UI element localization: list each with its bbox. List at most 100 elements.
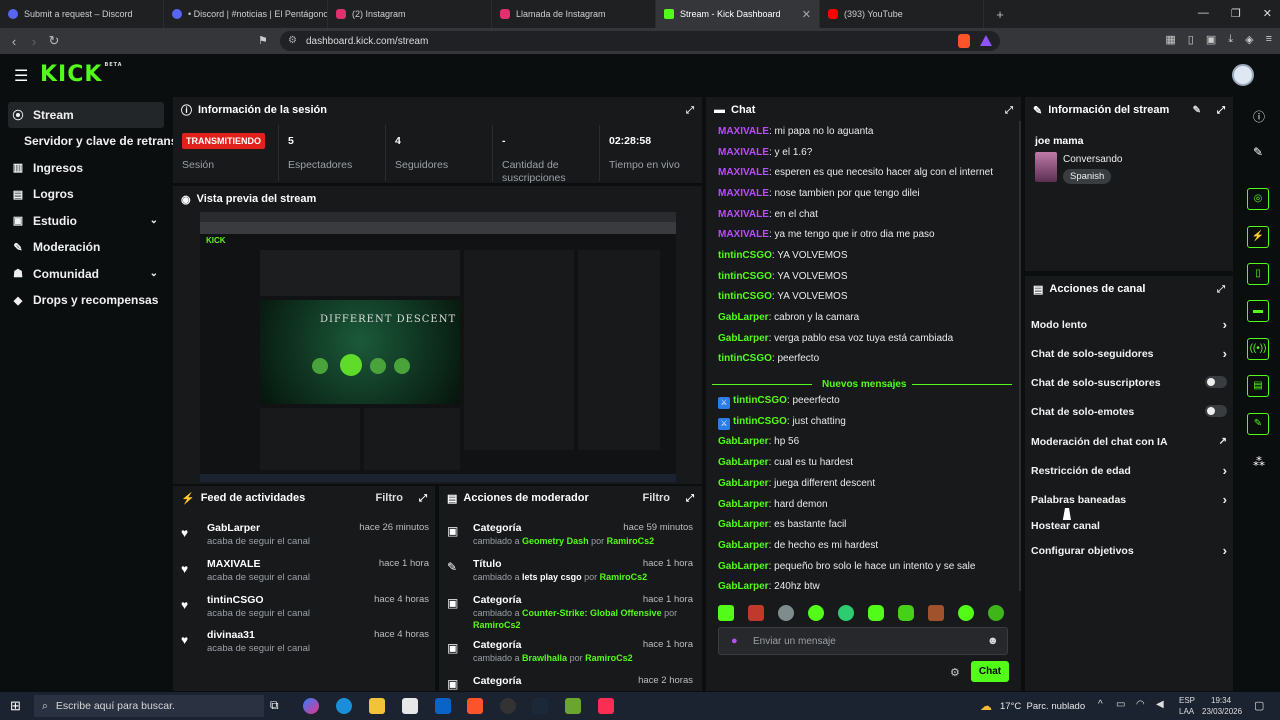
emote-icon[interactable] xyxy=(778,605,794,621)
url-field[interactable]: ⚙ dashboard.kick.com/stream xyxy=(280,31,1000,51)
network-icon[interactable]: ▭ xyxy=(1116,699,1125,710)
subscribers-only-toggle[interactable] xyxy=(1205,376,1227,388)
obs-icon[interactable] xyxy=(500,698,516,714)
chat-username[interactable]: MAXIVALE xyxy=(718,147,769,158)
edit-icon[interactable]: ✎ xyxy=(1193,105,1201,116)
chat-username[interactable]: MAXIVALE xyxy=(718,167,769,178)
rail-button-broadcast-icon[interactable]: ((•)) xyxy=(1247,338,1269,360)
expand-icon[interactable]: ⤢ xyxy=(1217,284,1225,295)
volume-icon[interactable]: ◀ xyxy=(1156,699,1164,710)
chat-username[interactable]: tintinCSGO xyxy=(718,353,772,364)
chat-username[interactable]: MAXIVALE xyxy=(718,229,769,240)
activity-user[interactable]: divinaa31 xyxy=(207,629,255,641)
edge-icon[interactable] xyxy=(336,698,352,714)
action-emotes-only[interactable]: Chat de solo-emotes xyxy=(1031,405,1227,418)
action-age-restriction[interactable]: Restricción de edad › xyxy=(1031,463,1227,478)
rail-button-target-icon[interactable]: ◎ xyxy=(1247,188,1269,210)
store-icon[interactable] xyxy=(402,698,418,714)
mail-icon[interactable] xyxy=(435,698,451,714)
extensions-icon[interactable]: ▦ xyxy=(1165,33,1175,46)
emote-icon[interactable] xyxy=(988,605,1004,621)
action-subscribers-only[interactable]: Chat de solo-suscriptores xyxy=(1031,376,1227,389)
browser-tab[interactable]: • Discord | #noticias | El Pentágono xyxy=(164,0,328,28)
wifi-icon[interactable]: ◠ xyxy=(1136,699,1145,710)
chat-input[interactable]: ● Enviar un mensaje ☻ xyxy=(718,627,1008,655)
action-banned-words[interactable]: Palabras baneadas › xyxy=(1031,492,1227,507)
menu-icon[interactable]: ≡ xyxy=(1266,33,1272,46)
reload-icon[interactable]: ↻ xyxy=(44,33,64,49)
action-host-channel[interactable]: Hostear canal xyxy=(1031,520,1227,532)
chat-username[interactable]: MAXIVALE xyxy=(718,126,769,137)
chat-username[interactable]: MAXIVALE xyxy=(718,188,769,199)
emotes-only-toggle[interactable] xyxy=(1205,405,1227,417)
stream-preview-video[interactable]: KICK DIFFERENT DESCENT xyxy=(200,212,676,482)
activity-user[interactable]: GabLarper xyxy=(207,522,260,534)
task-view-icon[interactable]: ⧉ xyxy=(270,698,286,714)
music-icon[interactable] xyxy=(598,698,614,714)
language-indicator[interactable]: ESP xyxy=(1179,696,1195,705)
expand-icon[interactable]: ⤢ xyxy=(1217,105,1225,116)
minimize-icon[interactable]: — xyxy=(1198,7,1209,20)
rail-button-wrench-icon[interactable]: ✎ xyxy=(1247,413,1269,435)
brave-rewards-icon[interactable] xyxy=(980,35,992,46)
chat-username[interactable]: MAXIVALE xyxy=(718,209,769,220)
back-icon[interactable]: ‹ xyxy=(4,34,24,49)
expand-icon[interactable]: ⤢ xyxy=(686,105,694,116)
gear-icon[interactable]: ⚙ xyxy=(950,666,960,679)
steam-icon[interactable] xyxy=(532,698,548,714)
microphone-icon[interactable]: ● xyxy=(731,635,738,647)
action-set-goals[interactable]: Configurar objetivos › xyxy=(1031,543,1227,558)
chat-username[interactable]: GabLarper xyxy=(718,457,769,468)
share-icon[interactable]: ⁂ xyxy=(1253,455,1265,469)
expand-icon[interactable]: ⤢ xyxy=(1005,105,1013,116)
chat-username[interactable]: tintinCSGO xyxy=(733,395,787,406)
minecraft-icon[interactable] xyxy=(565,698,581,714)
browser-tab[interactable]: Llamada de Instagram xyxy=(492,0,656,28)
rail-button-bolt-icon[interactable]: ⚡ xyxy=(1247,226,1269,248)
expand-icon[interactable]: ⤢ xyxy=(419,493,427,504)
new-tab-icon[interactable]: + xyxy=(990,7,1010,22)
emote-icon[interactable] xyxy=(928,605,944,621)
chat-username[interactable]: tintinCSGO xyxy=(718,291,772,302)
sidebar-icon[interactable]: ▯ xyxy=(1188,33,1194,46)
copilot-icon[interactable] xyxy=(303,698,319,714)
rail-button-list-icon[interactable]: ▤ xyxy=(1247,375,1269,397)
emoji-icon[interactable]: ☻ xyxy=(987,635,999,647)
hamburger-menu-icon[interactable]: ☰ xyxy=(14,66,28,86)
sidebar-item-moderacion[interactable]: ✎ Moderación xyxy=(0,234,172,261)
emote-icon[interactable] xyxy=(868,605,884,621)
send-chat-button[interactable]: Chat xyxy=(971,661,1009,682)
activity-user[interactable]: tintinCSGO xyxy=(207,594,264,606)
close-icon[interactable]: ✕ xyxy=(802,8,811,21)
chat-username[interactable]: tintinCSGO xyxy=(718,250,772,261)
brave-icon[interactable] xyxy=(467,698,483,714)
maximize-icon[interactable]: ❐ xyxy=(1231,7,1241,20)
emote-icon[interactable] xyxy=(718,605,734,621)
sidebar-item-estudio[interactable]: ▣ Estudio ⌄ xyxy=(0,208,172,235)
weather-text[interactable]: 17°C Parc. nublado xyxy=(1000,701,1085,712)
site-info-icon[interactable]: ⚙ xyxy=(288,35,297,46)
kick-logo[interactable]: KICK BETA xyxy=(40,62,123,87)
close-window-icon[interactable]: ✕ xyxy=(1263,7,1272,20)
rail-button-document-icon[interactable]: ▯ xyxy=(1247,263,1269,285)
chat-username[interactable]: GabLarper xyxy=(718,581,769,592)
clock-time[interactable]: 19:34 xyxy=(1211,696,1231,705)
brave-shield-icon[interactable] xyxy=(958,34,970,48)
sidebar-item-logros[interactable]: ▤ Logros xyxy=(0,181,172,208)
vpn-icon[interactable]: ◈ xyxy=(1245,33,1253,46)
chat-username[interactable]: GabLarper xyxy=(718,540,769,551)
chat-username[interactable]: GabLarper xyxy=(718,519,769,530)
sidebar-item-server-key[interactable]: Servidor y clave de retransm xyxy=(0,128,188,155)
chat-username[interactable]: tintinCSGO xyxy=(733,416,787,427)
filter-button[interactable]: Filtro xyxy=(376,492,404,504)
rail-button-chat-icon[interactable]: ▬ xyxy=(1247,300,1269,322)
chat-username[interactable]: tintinCSGO xyxy=(718,271,772,282)
chat-username[interactable]: GabLarper xyxy=(718,312,769,323)
windows-start-icon[interactable]: ⊞ xyxy=(10,698,21,714)
notifications-icon[interactable]: ▢ xyxy=(1254,699,1264,712)
bookmark-icon[interactable]: ⚑ xyxy=(258,34,268,47)
sidebar-item-drops[interactable]: ◆ Drops y recompensas xyxy=(0,287,172,314)
emote-icon[interactable] xyxy=(898,605,914,621)
avatar[interactable] xyxy=(1232,64,1254,86)
action-followers-only[interactable]: Chat de solo-seguidores › xyxy=(1031,346,1227,361)
